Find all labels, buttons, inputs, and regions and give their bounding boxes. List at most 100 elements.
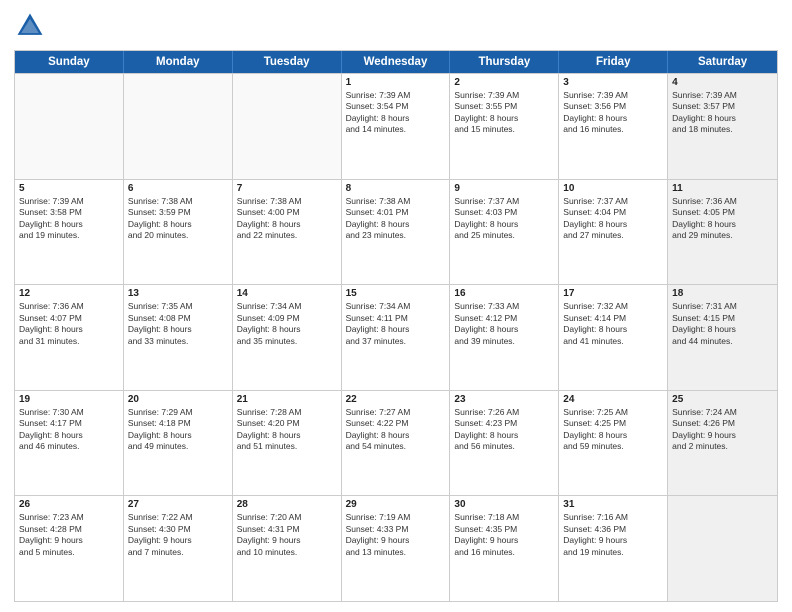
sunset-line: Sunset: 3:59 PM xyxy=(128,207,228,218)
daylight-line2: and 19 minutes. xyxy=(563,547,663,558)
sunset-line: Sunset: 4:00 PM xyxy=(237,207,337,218)
calendar-cell: 28Sunrise: 7:20 AMSunset: 4:31 PMDayligh… xyxy=(233,496,342,601)
day-number: 24 xyxy=(563,394,663,405)
calendar-cell xyxy=(124,74,233,179)
sunset-line: Sunset: 4:35 PM xyxy=(454,524,554,535)
day-number: 26 xyxy=(19,499,119,510)
daylight-line1: Daylight: 8 hours xyxy=(128,219,228,230)
day-number: 10 xyxy=(563,183,663,194)
daylight-line1: Daylight: 9 hours xyxy=(237,535,337,546)
day-number: 12 xyxy=(19,288,119,299)
daylight-line2: and 44 minutes. xyxy=(672,336,773,347)
day-number: 19 xyxy=(19,394,119,405)
calendar-row: 19Sunrise: 7:30 AMSunset: 4:17 PMDayligh… xyxy=(15,390,777,496)
daylight-line1: Daylight: 8 hours xyxy=(128,430,228,441)
sunrise-line: Sunrise: 7:38 AM xyxy=(128,196,228,207)
sunrise-line: Sunrise: 7:37 AM xyxy=(454,196,554,207)
sunset-line: Sunset: 3:58 PM xyxy=(19,207,119,218)
daylight-line2: and 27 minutes. xyxy=(563,230,663,241)
day-number: 8 xyxy=(346,183,446,194)
daylight-line1: Daylight: 8 hours xyxy=(346,324,446,335)
sunset-line: Sunset: 4:09 PM xyxy=(237,313,337,324)
calendar-cell: 3Sunrise: 7:39 AMSunset: 3:56 PMDaylight… xyxy=(559,74,668,179)
day-number: 30 xyxy=(454,499,554,510)
calendar-cell: 1Sunrise: 7:39 AMSunset: 3:54 PMDaylight… xyxy=(342,74,451,179)
day-number: 23 xyxy=(454,394,554,405)
day-number: 22 xyxy=(346,394,446,405)
sunrise-line: Sunrise: 7:38 AM xyxy=(346,196,446,207)
daylight-line2: and 35 minutes. xyxy=(237,336,337,347)
sunrise-line: Sunrise: 7:37 AM xyxy=(563,196,663,207)
sunset-line: Sunset: 4:20 PM xyxy=(237,418,337,429)
calendar-cell: 4Sunrise: 7:39 AMSunset: 3:57 PMDaylight… xyxy=(668,74,777,179)
calendar-cell: 29Sunrise: 7:19 AMSunset: 4:33 PMDayligh… xyxy=(342,496,451,601)
sunrise-line: Sunrise: 7:29 AM xyxy=(128,407,228,418)
daylight-line2: and 16 minutes. xyxy=(563,124,663,135)
sunrise-line: Sunrise: 7:19 AM xyxy=(346,512,446,523)
calendar-cell: 21Sunrise: 7:28 AMSunset: 4:20 PMDayligh… xyxy=(233,391,342,496)
sunrise-line: Sunrise: 7:34 AM xyxy=(346,301,446,312)
sunset-line: Sunset: 4:11 PM xyxy=(346,313,446,324)
day-number: 25 xyxy=(672,394,773,405)
sunrise-line: Sunrise: 7:39 AM xyxy=(19,196,119,207)
day-number: 5 xyxy=(19,183,119,194)
calendar-cell: 23Sunrise: 7:26 AMSunset: 4:23 PMDayligh… xyxy=(450,391,559,496)
day-number: 16 xyxy=(454,288,554,299)
sunrise-line: Sunrise: 7:34 AM xyxy=(237,301,337,312)
sunset-line: Sunset: 4:14 PM xyxy=(563,313,663,324)
sunset-line: Sunset: 3:55 PM xyxy=(454,101,554,112)
sunset-line: Sunset: 4:25 PM xyxy=(563,418,663,429)
day-number: 14 xyxy=(237,288,337,299)
sunrise-line: Sunrise: 7:32 AM xyxy=(563,301,663,312)
sunrise-line: Sunrise: 7:36 AM xyxy=(672,196,773,207)
daylight-line1: Daylight: 8 hours xyxy=(563,113,663,124)
calendar-cell: 19Sunrise: 7:30 AMSunset: 4:17 PMDayligh… xyxy=(15,391,124,496)
sunset-line: Sunset: 4:28 PM xyxy=(19,524,119,535)
day-number: 31 xyxy=(563,499,663,510)
daylight-line2: and 10 minutes. xyxy=(237,547,337,558)
sunset-line: Sunset: 4:17 PM xyxy=(19,418,119,429)
daylight-line1: Daylight: 8 hours xyxy=(454,324,554,335)
calendar-cell: 27Sunrise: 7:22 AMSunset: 4:30 PMDayligh… xyxy=(124,496,233,601)
sunset-line: Sunset: 4:23 PM xyxy=(454,418,554,429)
daylight-line1: Daylight: 9 hours xyxy=(346,535,446,546)
daylight-line1: Daylight: 9 hours xyxy=(563,535,663,546)
daylight-line2: and 39 minutes. xyxy=(454,336,554,347)
sunrise-line: Sunrise: 7:23 AM xyxy=(19,512,119,523)
logo xyxy=(14,10,50,42)
daylight-line2: and 19 minutes. xyxy=(19,230,119,241)
calendar-cell: 5Sunrise: 7:39 AMSunset: 3:58 PMDaylight… xyxy=(15,180,124,285)
day-number: 17 xyxy=(563,288,663,299)
daylight-line2: and 31 minutes. xyxy=(19,336,119,347)
sunrise-line: Sunrise: 7:39 AM xyxy=(346,90,446,101)
calendar-cell: 2Sunrise: 7:39 AMSunset: 3:55 PMDaylight… xyxy=(450,74,559,179)
calendar-cell: 18Sunrise: 7:31 AMSunset: 4:15 PMDayligh… xyxy=(668,285,777,390)
sunset-line: Sunset: 4:01 PM xyxy=(346,207,446,218)
daylight-line1: Daylight: 8 hours xyxy=(346,430,446,441)
calendar-header: SundayMondayTuesdayWednesdayThursdayFrid… xyxy=(15,51,777,73)
daylight-line2: and 49 minutes. xyxy=(128,441,228,452)
day-number: 28 xyxy=(237,499,337,510)
daylight-line1: Daylight: 8 hours xyxy=(237,430,337,441)
calendar-cell: 26Sunrise: 7:23 AMSunset: 4:28 PMDayligh… xyxy=(15,496,124,601)
calendar-row: 1Sunrise: 7:39 AMSunset: 3:54 PMDaylight… xyxy=(15,73,777,179)
day-number: 1 xyxy=(346,77,446,88)
sunrise-line: Sunrise: 7:20 AM xyxy=(237,512,337,523)
calendar-cell: 9Sunrise: 7:37 AMSunset: 4:03 PMDaylight… xyxy=(450,180,559,285)
page-header xyxy=(14,10,778,42)
calendar-cell: 15 Sunrise: 7:34 AMSunset: 4:11 PMDayligh… xyxy=(342,285,451,390)
day-number: 15 xyxy=(346,288,446,299)
daylight-line2: and 33 minutes. xyxy=(128,336,228,347)
weekday-header: Saturday xyxy=(668,51,777,73)
sunset-line: Sunset: 4:05 PM xyxy=(672,207,773,218)
weekday-header: Monday xyxy=(124,51,233,73)
daylight-line1: Daylight: 8 hours xyxy=(672,113,773,124)
daylight-line1: Daylight: 8 hours xyxy=(672,324,773,335)
daylight-line2: and 15 minutes. xyxy=(454,124,554,135)
daylight-line2: and 25 minutes. xyxy=(454,230,554,241)
calendar-cell xyxy=(668,496,777,601)
day-number: 4 xyxy=(672,77,773,88)
calendar-cell: 10Sunrise: 7:37 AMSunset: 4:04 PMDayligh… xyxy=(559,180,668,285)
sunset-line: Sunset: 3:57 PM xyxy=(672,101,773,112)
calendar-cell: 30Sunrise: 7:18 AMSunset: 4:35 PMDayligh… xyxy=(450,496,559,601)
